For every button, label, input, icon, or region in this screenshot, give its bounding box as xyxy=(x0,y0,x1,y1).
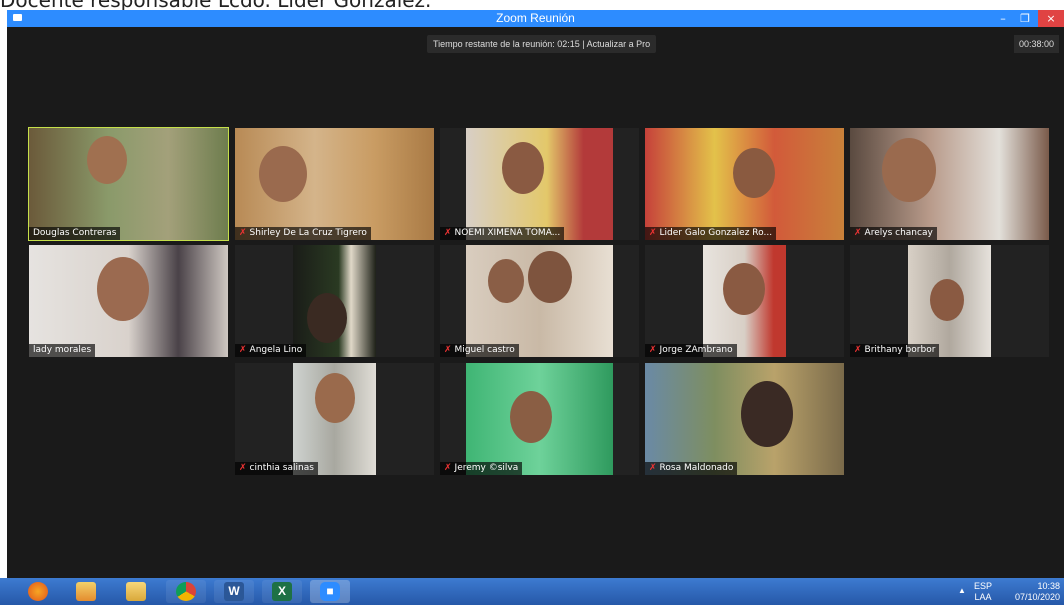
caption-text-partial: Docente responsable Lcdo. Líder Gonzalez… xyxy=(0,0,1064,10)
window-titlebar: Zoom Reunión – ❐ × xyxy=(7,10,1064,27)
participant-tile-rosa[interactable]: ✗ Rosa Maldonado xyxy=(645,363,844,475)
participant-face xyxy=(882,138,936,202)
participant-tile-noemi[interactable]: ✗ NOEMI XIMENA TOMA... xyxy=(440,128,639,240)
participant-face xyxy=(930,279,964,321)
windows-taskbar: W X ■ ▲ ESP LAA 10:38 07/10/2020 xyxy=(0,578,1064,605)
mic-muted-icon: ✗ xyxy=(854,228,862,238)
chrome-icon xyxy=(176,582,196,601)
participant-face xyxy=(97,257,149,321)
participant-tile-jeremy[interactable]: ✗ Jeremy ©silva xyxy=(440,363,639,475)
participant-name: ✗ Brithany borbor xyxy=(850,344,940,357)
participant-name: ✗ Shirley De La Cruz Tigrero xyxy=(235,227,371,240)
mic-muted-icon: ✗ xyxy=(649,228,657,238)
window-title: Zoom Reunión xyxy=(496,11,575,25)
participant-name: ✗ Jorge ZAmbrano xyxy=(645,344,737,357)
meeting-time-remaining-banner[interactable]: Tiempo restante de la reunión: 02:15 | A… xyxy=(427,35,657,53)
mic-muted-icon: ✗ xyxy=(649,345,657,355)
taskbar-excel[interactable]: X xyxy=(262,580,302,603)
participant-name: ✗ cinthia salinas xyxy=(235,462,318,475)
participant-name: ✗ Arelys chancay xyxy=(850,227,937,240)
participant-tile-cinthia[interactable]: ✗ cinthia salinas xyxy=(235,363,434,475)
participant-face xyxy=(741,381,793,447)
tray-expand-icon[interactable]: ▲ xyxy=(958,586,966,595)
participant-face xyxy=(259,146,307,202)
mic-muted-icon: ✗ xyxy=(444,345,452,355)
clock-time: 10:38 xyxy=(1037,581,1060,591)
minimize-button[interactable]: – xyxy=(992,10,1014,27)
firefox-icon xyxy=(28,582,48,601)
mic-muted-icon: ✗ xyxy=(444,463,452,473)
mic-muted-icon: ✗ xyxy=(444,228,452,238)
participant-name: ✗ NOEMI XIMENA TOMA... xyxy=(440,227,565,240)
word-icon: W xyxy=(224,582,244,601)
input-language[interactable]: ESP LAA xyxy=(974,581,992,603)
mic-muted-icon: ✗ xyxy=(854,345,862,355)
participant-face xyxy=(502,142,544,194)
participant-name: ✗ Angela Lino xyxy=(235,344,307,357)
mic-muted-icon: ✗ xyxy=(649,463,657,473)
taskbar-firefox[interactable] xyxy=(18,580,58,603)
participant-face xyxy=(510,391,552,443)
mic-muted-icon: ✗ xyxy=(239,228,247,238)
caption: Docente responsable Lcdo. Líder Gonzalez… xyxy=(0,0,431,10)
participant-tile-jorge[interactable]: ✗ Jorge ZAmbrano xyxy=(645,245,844,357)
participant-name: ✗ Rosa Maldonado xyxy=(645,462,738,475)
maximize-button[interactable]: ❐ xyxy=(1014,10,1036,27)
taskbar-chrome[interactable] xyxy=(166,580,206,603)
system-tray: ▲ ESP LAA 10:38 07/10/2020 xyxy=(954,578,1064,605)
zoom-meeting-window: Zoom Reunión – ❐ × Tiempo restante de la… xyxy=(7,10,1064,578)
participant-face xyxy=(723,263,765,315)
taskbar-file-explorer[interactable] xyxy=(116,580,156,603)
participant-name: ✗ Miguel castro xyxy=(440,344,519,357)
participant-tile-douglas[interactable]: Douglas Contreras xyxy=(28,127,229,241)
participant-face xyxy=(528,251,572,303)
language-code: ESP xyxy=(974,581,993,591)
participant-tile-angela[interactable]: ✗ Angela Lino xyxy=(235,245,434,357)
participant-name: ✗ Lider Galo Gonzalez Ro... xyxy=(645,227,777,240)
meeting-timer: 00:38:00 xyxy=(1013,35,1059,53)
participant-tile-miguel[interactable]: ✗ Miguel castro xyxy=(440,245,639,357)
taskbar-paint[interactable] xyxy=(66,580,106,603)
video-feed xyxy=(850,128,1049,240)
mic-muted-icon: ✗ xyxy=(239,463,247,473)
participant-face xyxy=(733,148,775,198)
paint-icon xyxy=(76,582,96,601)
participant-face xyxy=(87,136,127,184)
system-clock[interactable]: 10:38 07/10/2020 xyxy=(1015,581,1060,603)
participant-face xyxy=(488,259,524,303)
zoom-icon: ■ xyxy=(320,582,340,601)
participant-tile-arelys[interactable]: ✗ Arelys chancay xyxy=(850,128,1049,240)
participant-tile-shirley[interactable]: ✗ Shirley De La Cruz Tigrero xyxy=(235,128,434,240)
clock-date: 07/10/2020 xyxy=(1014,592,1060,602)
participant-name: ✗ Jeremy ©silva xyxy=(440,462,523,475)
participant-tile-brithany[interactable]: ✗ Brithany borbor xyxy=(850,245,1049,357)
participant-name: Douglas Contreras xyxy=(29,227,121,240)
participant-name: lady morales xyxy=(29,344,96,357)
file-explorer-icon xyxy=(126,582,146,601)
keyboard-layout: LAA xyxy=(974,592,992,602)
taskbar-word[interactable]: W xyxy=(214,580,254,603)
participant-face xyxy=(315,373,355,423)
participant-tile-lider[interactable]: ✗ Lider Galo Gonzalez Ro... xyxy=(645,128,844,240)
video-feed xyxy=(29,128,228,240)
participant-face xyxy=(307,293,347,343)
close-button[interactable]: × xyxy=(1038,10,1064,27)
taskbar-zoom[interactable]: ■ xyxy=(310,580,350,603)
mic-muted-icon: ✗ xyxy=(239,345,247,355)
excel-icon: X xyxy=(272,582,292,601)
participant-tile-lady[interactable]: lady morales xyxy=(29,245,228,357)
